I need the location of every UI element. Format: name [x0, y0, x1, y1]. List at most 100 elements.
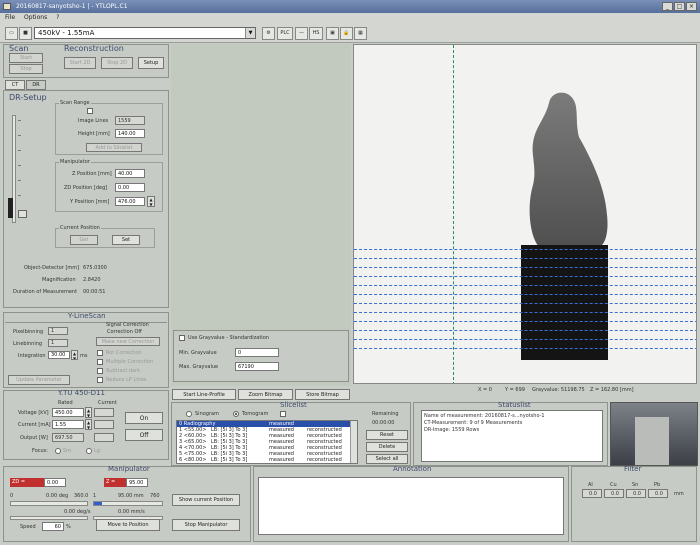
- setup-button[interactable]: Setup: [138, 57, 164, 69]
- slicelist-listbox[interactable]: 0 Radiography measured 1 <55.00> LB: [5i 3]…: [176, 420, 358, 464]
- voltage-field[interactable]: 450.00: [52, 408, 84, 417]
- z-position-field[interactable]: 40.00: [115, 169, 145, 178]
- slider-range-marker: [8, 198, 13, 218]
- y-position-field[interactable]: 476.00: [115, 197, 145, 206]
- lock-icon[interactable]: 🔒: [340, 27, 353, 40]
- integration-unit: ms: [80, 353, 88, 359]
- subtract-dark-checkbox[interactable]: [97, 368, 103, 374]
- multiple-correction-checkbox[interactable]: [97, 359, 103, 365]
- image-lines-field[interactable]: 1559: [115, 116, 145, 125]
- make-new-correction-button[interactable]: Make new Correction: [96, 337, 160, 346]
- pixelbinning-field[interactable]: 1: [48, 327, 68, 335]
- zd-position-bar[interactable]: [10, 501, 88, 506]
- reconstruction-title: Reconstruction: [64, 44, 124, 53]
- hs-button[interactable]: HS: [309, 27, 323, 40]
- xray-off-button[interactable]: Off: [125, 429, 163, 441]
- store-bitmap-button[interactable]: Store Bitmap: [295, 389, 350, 400]
- scan-title: Scan: [9, 44, 29, 53]
- app-icon: [3, 3, 11, 10]
- close-button[interactable]: ×: [686, 2, 697, 11]
- z-target-field[interactable]: 95.00: [126, 478, 148, 487]
- zd-speed-label: 0.00 deg/s: [64, 509, 91, 515]
- select-all-button[interactable]: Select all: [366, 454, 408, 464]
- move-to-position-button[interactable]: Move to Position: [96, 519, 160, 531]
- focus-small-radio[interactable]: [55, 448, 61, 454]
- set-position-button[interactable]: Set: [112, 235, 140, 245]
- slider-tick: [18, 120, 21, 121]
- rot-correction-label: Rot Correction: [106, 350, 142, 356]
- update-parameter-button[interactable]: Update Parameter: [8, 375, 70, 385]
- slicelist-checkbox[interactable]: [280, 411, 286, 417]
- get-position-button[interactable]: Get: [70, 235, 98, 245]
- z-position-bar[interactable]: [93, 501, 163, 506]
- tab-ct[interactable]: CT: [5, 80, 25, 90]
- duration-label: Duration of Measurement: [13, 289, 78, 295]
- monitor-icon[interactable]: ▣: [326, 27, 339, 40]
- linebinning-field[interactable]: 1: [48, 339, 68, 347]
- menu-options[interactable]: Options: [24, 14, 47, 21]
- scan-start-button[interactable]: Start: [9, 53, 43, 63]
- add-to-slicelist-button[interactable]: Add to Slicelist: [86, 143, 142, 152]
- delete-button[interactable]: Delete: [366, 442, 408, 452]
- focus-large-radio[interactable]: [86, 448, 92, 454]
- z-speed-label: 0.00 mm/s: [118, 509, 145, 515]
- stop-manipulator-button[interactable]: Stop Manipulator: [172, 519, 240, 531]
- start-2d-button[interactable]: Start 2D: [64, 57, 96, 69]
- menu-help[interactable]: ?: [56, 14, 59, 21]
- filter-title: Filter: [624, 465, 642, 473]
- tomogram-radio[interactable]: [233, 411, 239, 417]
- show-current-position-button[interactable]: Show current Position: [172, 494, 240, 506]
- scan-line: [354, 276, 696, 277]
- slicelist-cell-state: measured: [269, 457, 294, 463]
- zd-label: ZD =: [12, 479, 26, 485]
- xray-on-button[interactable]: On: [125, 412, 163, 424]
- reduce-lines-checkbox[interactable]: [97, 377, 103, 383]
- chevron-down-icon[interactable]: ▼: [245, 28, 255, 38]
- current-spinner[interactable]: ▲ ▼: [85, 419, 92, 430]
- y-position-spinner[interactable]: ▲ ▼: [147, 196, 155, 207]
- minimize-button[interactable]: _: [662, 2, 673, 11]
- current-position-title: Current Position: [59, 225, 101, 231]
- integration-field[interactable]: 30.00: [48, 351, 70, 359]
- height-field[interactable]: 140.00: [115, 129, 145, 138]
- focus-label: Focus:: [32, 448, 48, 454]
- grid-icon[interactable]: ▦: [354, 27, 367, 40]
- slicelist-scrollbar[interactable]: [350, 421, 357, 463]
- integration-spinner[interactable]: ▲ ▼: [71, 350, 78, 360]
- slider-tick: [18, 195, 21, 196]
- current-field[interactable]: 1.55: [52, 420, 84, 429]
- min-grayvalue-field[interactable]: 0: [235, 348, 279, 357]
- slider-thumb[interactable]: [18, 210, 27, 218]
- sinogram-radio[interactable]: [186, 411, 192, 417]
- rot-correction-checkbox[interactable]: [97, 350, 103, 356]
- start-line-profile-button[interactable]: Start Line-Profile: [172, 389, 236, 400]
- rated-label: Rated: [58, 400, 73, 406]
- use-grayvalue-checkbox[interactable]: [179, 335, 185, 341]
- reset-button[interactable]: Reset: [366, 430, 408, 440]
- tube-preset-select[interactable]: 450kV - 1.55mA ▼: [34, 27, 256, 39]
- zd-target-field[interactable]: 0.00: [44, 478, 66, 487]
- tab-dr[interactable]: DR: [26, 80, 46, 90]
- current-ma-label: Current [mA]: [18, 422, 51, 428]
- open-folder-icon[interactable]: ▭: [5, 27, 18, 40]
- save-icon[interactable]: ■: [19, 27, 32, 40]
- annotation-textarea[interactable]: [258, 477, 564, 535]
- menu-file[interactable]: File: [5, 14, 15, 21]
- plc-button[interactable]: PLC: [277, 27, 293, 40]
- maximize-button[interactable]: □: [674, 2, 685, 11]
- voltage-spinner[interactable]: ▲ ▼: [85, 407, 92, 418]
- max-grayvalue-field[interactable]: 67190: [235, 362, 279, 371]
- image-viewer[interactable]: [353, 44, 697, 384]
- scan-line: [354, 294, 696, 295]
- tool-settings-icon[interactable]: ⚙: [262, 27, 275, 40]
- line-icon[interactable]: —: [295, 27, 308, 40]
- scan-range-checkbox[interactable]: [87, 108, 93, 114]
- zoom-bitmap-button[interactable]: Zoom Bitmap: [238, 389, 293, 400]
- speed-field[interactable]: 60: [42, 522, 64, 531]
- slicelist-row[interactable]: 6 <80.00> LB: [5i 3] To 3] measured reconst…: [177, 457, 357, 463]
- remaining-value: 00:00:00: [372, 420, 395, 426]
- stop-2d-button[interactable]: Stop 2D: [101, 57, 133, 69]
- zd-position-field[interactable]: 0.00: [115, 183, 145, 192]
- z-min-label: 1: [93, 493, 97, 499]
- scan-stop-button[interactable]: Stop: [9, 64, 43, 74]
